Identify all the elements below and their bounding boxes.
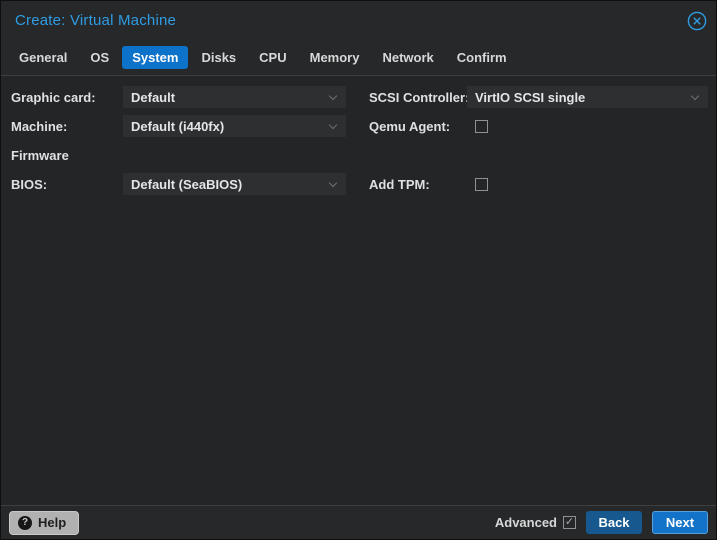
add-tpm-checkbox[interactable]	[475, 177, 488, 191]
create-vm-dialog: Create: Virtual Machine General OS Syste…	[0, 0, 717, 540]
advanced-toggle-group: Advanced ✓	[495, 515, 576, 530]
row-machine: Machine: Default (i440fx) Qemu Agent:	[1, 115, 716, 137]
chevron-down-icon	[690, 91, 700, 101]
row-bios: BIOS: Default (SeaBIOS) Add TPM:	[1, 173, 716, 195]
qemu-agent-checkbox[interactable]	[475, 119, 488, 133]
scsi-controller-select[interactable]: VirtIO SCSI single	[467, 86, 708, 108]
machine-label: Machine:	[11, 118, 68, 134]
chevron-down-icon	[328, 178, 338, 188]
bios-value: Default (SeaBIOS)	[131, 176, 243, 192]
tab-confirm[interactable]: Confirm	[447, 46, 517, 69]
scsi-controller-label: SCSI Controller:	[369, 89, 470, 105]
tab-network[interactable]: Network	[372, 46, 443, 69]
help-icon: ?	[18, 515, 32, 530]
tab-os[interactable]: OS	[80, 46, 119, 69]
qemu-agent-label: Qemu Agent:	[369, 118, 451, 134]
advanced-checkbox[interactable]: ✓	[563, 516, 576, 529]
graphic-card-value: Default	[131, 89, 176, 105]
back-button[interactable]: Back	[586, 511, 642, 534]
wizard-tabbar: General OS System Disks CPU Memory Netwo…	[9, 45, 708, 69]
firmware-section-label: Firmware	[11, 147, 69, 163]
dialog-title: Create: Virtual Machine	[15, 12, 177, 29]
machine-select[interactable]: Default (i440fx)	[123, 115, 346, 137]
footer-actions: Advanced ✓ Back Next	[495, 511, 716, 534]
dialog-footer: ? Help Advanced ✓ Back Next	[1, 506, 716, 539]
bios-select[interactable]: Default (SeaBIOS)	[123, 173, 346, 195]
tab-general[interactable]: General	[9, 46, 77, 69]
help-button[interactable]: ? Help	[9, 510, 80, 535]
row-firmware: Firmware	[1, 144, 716, 166]
next-button[interactable]: Next	[652, 511, 708, 534]
chevron-down-icon	[328, 120, 338, 130]
graphic-card-label: Graphic card:	[11, 89, 96, 105]
bios-label: BIOS:	[11, 176, 48, 192]
row-graphic-card: Graphic card: Default SCSI Controller: V…	[1, 86, 716, 108]
titlebar: Create: Virtual Machine	[1, 1, 716, 41]
help-button-label: Help	[38, 515, 67, 530]
tab-disks[interactable]: Disks	[191, 46, 246, 69]
advanced-label: Advanced	[494, 515, 557, 530]
graphic-card-select[interactable]: Default	[123, 86, 346, 108]
add-tpm-label: Add TPM:	[369, 176, 430, 192]
tab-system[interactable]: System	[122, 45, 189, 69]
system-tab-panel: Graphic card: Default SCSI Controller: V…	[1, 75, 716, 506]
tab-cpu[interactable]: CPU	[249, 46, 296, 69]
machine-value: Default (i440fx)	[131, 118, 225, 134]
scsi-controller-value: VirtIO SCSI single	[475, 89, 586, 105]
close-icon[interactable]	[687, 11, 707, 31]
tab-memory[interactable]: Memory	[300, 46, 370, 69]
chevron-down-icon	[328, 91, 338, 101]
